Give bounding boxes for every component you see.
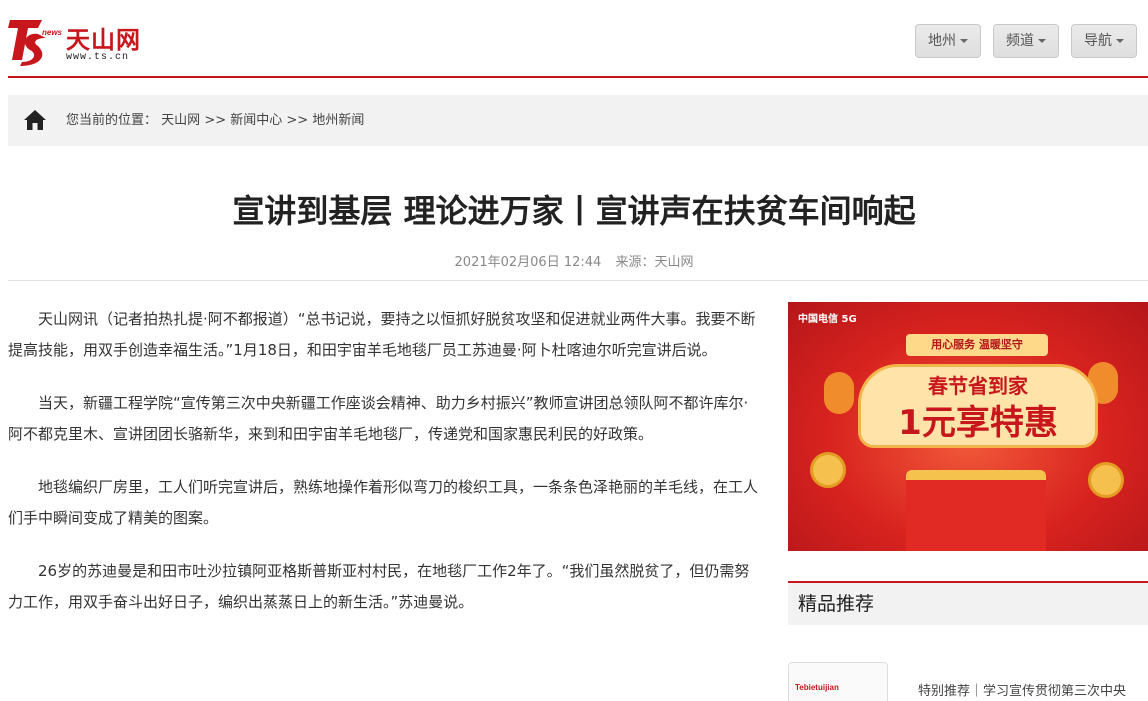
navigation-dropdown-button[interactable]: 导航 bbox=[1071, 24, 1137, 58]
article-paragraph: 26岁的苏迪曼是和田市吐沙拉镇阿亚格斯普斯亚村村民，在地毯厂工作2年了。“我们虽… bbox=[8, 562, 750, 611]
breadcrumb-link-home[interactable]: 天山网 bbox=[161, 113, 200, 128]
meta-divider bbox=[8, 280, 1148, 281]
navigation-dropdown-label: 导航 bbox=[1084, 33, 1112, 49]
caret-down-icon bbox=[1038, 39, 1046, 43]
ts-logo-mark-icon bbox=[8, 20, 46, 66]
region-dropdown-label: 地州 bbox=[928, 33, 956, 49]
recommended-link[interactable]: 特别推荐｜学习宣传贯彻第三次中央 bbox=[918, 680, 1126, 699]
channel-dropdown-button[interactable]: 频道 bbox=[993, 24, 1059, 58]
channel-dropdown-label: 频道 bbox=[1006, 33, 1034, 49]
thumbnail-text: Tebietuijian bbox=[795, 683, 839, 692]
advertisement-banner[interactable]: 中国电信 5G 用心服务 温暖坚守 春节省到家 1元享特惠 bbox=[788, 302, 1148, 551]
lantern-icon bbox=[824, 372, 854, 414]
site-logo[interactable]: news 天山网 www.ts.cn bbox=[8, 14, 148, 66]
article-title: 宣讲到基层 理论进万家丨宣讲声在扶贫车间响起 bbox=[232, 192, 916, 230]
article-paragraph: 地毯编织厂房里，工人们听完宣讲后，熟练地操作着形似弯刀的梭织工具，一条条色泽艳丽… bbox=[8, 478, 759, 527]
breadcrumb: 您当前的位置： 天山网 >> 新闻中心 >> 地州新闻 bbox=[8, 95, 1148, 146]
coin-icon bbox=[810, 452, 846, 488]
ad-headline-line1: 春节省到家 bbox=[928, 374, 1028, 398]
header-divider bbox=[8, 76, 1148, 78]
recommended-thumbnail[interactable]: Tebietuijian bbox=[788, 662, 888, 701]
caret-down-icon bbox=[1116, 39, 1124, 43]
recommended-section-title: 精品推荐 bbox=[788, 583, 1148, 625]
gift-bucket-icon bbox=[906, 470, 1046, 551]
breadcrumb-separator: >> bbox=[286, 113, 309, 128]
ad-headline: 春节省到家 1元享特惠 bbox=[858, 364, 1098, 448]
breadcrumb-trail: 您当前的位置： 天山网 >> 新闻中心 >> 地州新闻 bbox=[66, 95, 364, 146]
breadcrumb-link-regional-news[interactable]: 地州新闻 bbox=[312, 113, 364, 128]
caret-down-icon bbox=[960, 39, 968, 43]
article-meta: 2021年02月06日 12:44 来源：天山网 bbox=[0, 251, 1148, 270]
ad-slogan: 用心服务 温暖坚守 bbox=[906, 334, 1048, 356]
ad-brand-text: 中国电信 5G bbox=[798, 314, 857, 325]
home-icon[interactable] bbox=[23, 109, 47, 131]
breadcrumb-prefix: 您当前的位置： bbox=[66, 113, 158, 128]
article-source: 来源：天山网 bbox=[615, 255, 694, 270]
site-header: news 天山网 www.ts.cn 地州 频道 导航 bbox=[0, 0, 1148, 78]
article-paragraph: 天山网讯（记者拍热扎提·阿不都报道）“总书记说，要持之以恒抓好脱贫攻坚和促进就业… bbox=[8, 310, 756, 359]
breadcrumb-separator: >> bbox=[204, 113, 227, 128]
coin-icon bbox=[1088, 462, 1124, 498]
region-dropdown-button[interactable]: 地州 bbox=[915, 24, 981, 58]
article-paragraph: 当天，新疆工程学院“宣传第三次中央新疆工作座谈会精神、助力乡村振兴”教师宣讲团总… bbox=[8, 394, 749, 443]
ad-headline-line2: 1元享特惠 bbox=[898, 403, 1058, 443]
breadcrumb-link-news-center[interactable]: 新闻中心 bbox=[230, 113, 282, 128]
site-name: 天山网 bbox=[66, 25, 141, 54]
logo-news-text: news bbox=[42, 28, 63, 37]
article-datetime: 2021年02月06日 12:44 bbox=[454, 255, 602, 270]
site-url: www.ts.cn bbox=[66, 52, 130, 63]
article-body: 天山网讯（记者拍热扎提·阿不都报道）“总书记说，要持之以恒抓好脱贫攻坚和促进就业… bbox=[8, 304, 760, 640]
